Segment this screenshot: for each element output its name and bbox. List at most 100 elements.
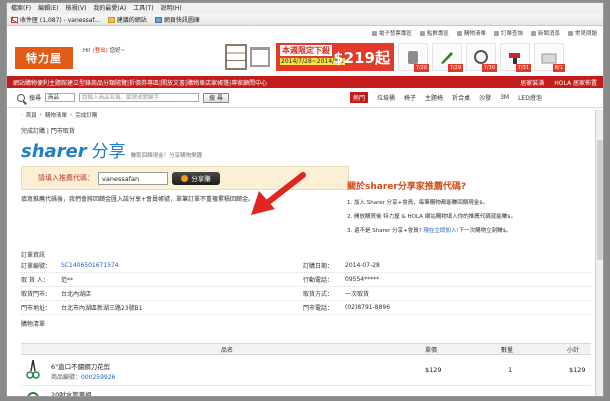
referral-info-title: 關於sharer分享家推薦代碼? [347,182,467,192]
search-label: 搜尋 [29,95,42,102]
page-title: 完成訂購 | 門市取貨 [21,128,75,135]
breadcrumb: ‧ 首頁 › 購物清單 › 完成訂購 [7,108,603,122]
news-icon [530,30,536,36]
hot-keyword[interactable]: 椅子 [404,93,416,102]
toplink-cart[interactable]: 購物清單 [456,29,486,37]
product-name[interactable]: 20吋水管車組 [51,389,92,396]
breadcrumb-sep: ‧ [21,112,23,118]
cart-icon [456,30,462,36]
toplink-points[interactable]: 點數專區 [419,29,449,37]
hose-cart-image[interactable] [25,390,41,397]
folder-icon [107,16,115,23]
storage-box-image [541,53,557,64]
barrel-image [408,51,418,64]
home-decor-link[interactable]: 居家裝潢 [520,78,544,87]
page-scrollbar[interactable] [595,110,603,396]
sharer-brand-cn: 分享 [91,142,126,162]
greeting-prefix: Hi! [83,48,91,54]
promo-tile[interactable]: 7/28 [398,43,429,72]
menu-view[interactable]: 檢視(V) [66,3,87,14]
order-key: 訂單編號： [21,263,52,270]
promo-headline: 本週限定下殺 [280,45,332,56]
breadcrumb-current: 完成訂購 [75,113,98,119]
scrollbar-thumb[interactable] [597,140,603,260]
menu-favorites[interactable]: 我的最愛(A) [93,3,126,14]
order-section-title: 訂單資訊 [21,252,46,259]
toplink-orders[interactable]: 訂單查詢 [493,29,523,37]
items-section-title: 購物清單 [21,321,46,328]
site-logo[interactable]: 特力屋 [15,47,73,69]
toplink-label: 訂單查詢 [500,31,523,37]
hola-link[interactable]: HOLA 居家佈置 [554,78,597,87]
product-number-label: 商品編號： [51,374,82,381]
referral-code-input[interactable]: vanessafan [98,171,168,185]
search-bar: 搜尋 商品 請輸入商品名稱、編號或關鍵字 搜 尋 熱門 垃圾桶 椅子 主題椅 折… [7,88,603,108]
join-now-link[interactable]: 現在立即加入! [423,228,458,234]
toplink-label: 點數專區 [426,31,449,37]
favorite-gmail[interactable]: 收件匣 (1,087) - vanessaf... [11,15,100,24]
promo-tile[interactable]: 8/1 [534,43,565,72]
sharer-logo: sharer 分享 賺取回饋現金！分享購物樂趣 [21,137,603,162]
search-input[interactable]: 請輸入商品名稱、編號或關鍵字 [79,93,200,102]
product-qty: 1 [508,366,513,374]
favorite-label: 建議的網站 [116,17,147,24]
store-phone: (02)8791-8896 [345,304,391,311]
line-text: 下一次購物立刻賺$。 [458,228,512,234]
toplink-label: 購物清單 [463,31,486,37]
hot-keyword[interactable]: 垃圾桶 [377,93,395,102]
toplink-label: 常見問題 [574,31,597,37]
site-header: 特力屋 Hi! (登出) 您好~ 本週限定下殺 2014/7/28~2014/8… [7,40,603,76]
promo-price: $219起 [333,49,390,67]
favorite-suggested-sites[interactable]: 建議的網站 [107,15,147,24]
search-button[interactable]: 搜 尋 [203,92,229,103]
logout-link[interactable]: (登出) [93,48,108,54]
col-price: 單價 [425,346,438,354]
breadcrumb-cart[interactable]: 購物清單 [45,111,67,119]
favorite-web-slice[interactable]: 網頁快訊圖庫 [154,15,200,24]
menu-edit[interactable]: 編輯(E) [38,3,58,14]
product-name[interactable]: 6"直口不鏽鋼刀花剪 [51,361,110,371]
tile-date: 7/28 [413,64,429,72]
coin-icon [181,174,189,182]
toplink-invoice[interactable]: 電子發票專區 [371,29,412,37]
hot-keyword[interactable]: LED燈泡 [518,93,542,102]
toplink-label: 新聞消息 [537,31,560,37]
promo-tile[interactable]: 7/29 [432,43,463,72]
order-number[interactable]: SC1406501671574 [61,262,303,269]
gmail-icon [11,16,18,23]
points-icon [419,30,425,36]
toplink-label: 電子發票專區 [378,31,412,37]
shears-image[interactable] [25,359,41,381]
hot-keyword[interactable]: 主題椅 [425,93,443,102]
menu-tools[interactable]: 工具(T) [133,3,153,14]
toplink-faq[interactable]: 常見問題 [567,29,597,37]
breadcrumb-sep: › [69,112,73,118]
tile-date: 7/31 [515,64,531,72]
product-subtotal: $129 [569,366,586,374]
promo-tile[interactable]: 7/30 [466,43,497,72]
notice-text[interactable]: 網站購物便利主題館建立型錄商品分類隨覽|折價券專區|開放文書|購物車店家帳篷|專… [13,78,267,87]
promo-headline-box: 本週限定下殺 2014/7/28~2014/8/3 $219起 [276,43,394,71]
table-row: 20吋水管車組 [21,387,591,397]
order-key: 訂購日期： [303,263,334,270]
search-category-select[interactable]: 商品 [45,93,76,102]
tile-date: 8/1 [552,64,565,72]
promo-banner[interactable]: 本週限定下殺 2014/7/28~2014/8/3 $219起 7/28 7/2… [221,40,597,74]
hot-keyword[interactable]: 3M [500,94,509,101]
referral-info-line: 3. 還不是 Sharer 分享+會員? 現在立即加入!下一次購物立刻賺$。 [347,226,587,234]
toplink-news[interactable]: 新聞消息 [530,29,560,37]
order-row: 門市地址： 台北市內湖區新湖三路23號B1 門市電話： (02)8791-889… [21,301,591,315]
breadcrumb-home[interactable]: 首頁 [26,111,37,119]
share-earn-button[interactable]: 分享賺 [172,171,220,185]
hot-keyword[interactable]: 沙發 [479,93,491,102]
col-subtotal: 小計 [567,346,580,354]
menu-help[interactable]: 說明(H) [161,3,182,14]
hot-keyword[interactable]: 折合桌 [452,93,470,102]
promo-tile[interactable]: 7/31 [500,43,531,72]
order-date: 2014-07-28 [345,262,380,269]
pickup-method: 一次取貨 [345,291,370,298]
sharer-tagline: 賺取回饋現金！分享購物樂趣 [130,153,203,159]
invoice-icon [371,30,377,36]
tile-date: 7/30 [481,64,497,72]
menu-file[interactable]: 檔案(F) [11,3,31,14]
